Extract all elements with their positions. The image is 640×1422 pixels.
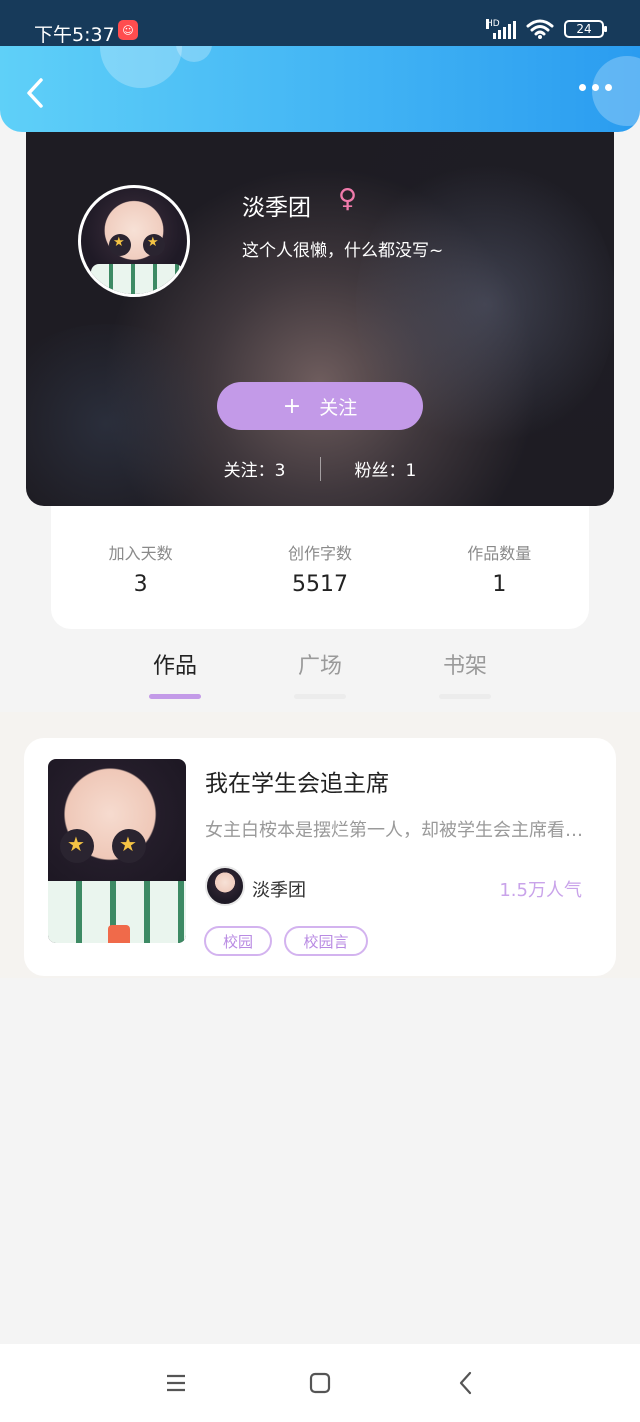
work-description: 女主白桉本是摆烂第一人，却被学生会主席看中…: [205, 820, 597, 841]
tab-works[interactable]: 作品: [130, 648, 220, 699]
cover-eye: [60, 829, 94, 863]
cover-eye: [112, 829, 146, 863]
follow-button-label: 关注: [319, 396, 358, 419]
app-notification-icon: ☺: [118, 20, 138, 40]
decor-bubble: [176, 46, 212, 62]
tab-plaza[interactable]: 广场: [275, 648, 365, 699]
tab-label: 书架: [442, 654, 487, 679]
more-dot: [592, 84, 599, 91]
stat-value: 5517: [291, 572, 348, 597]
stat-label: 创作字数: [287, 544, 352, 563]
stats-card: 加入天数 3 创作字数 5517 作品数量 1: [51, 506, 589, 629]
stat-works-count: 作品数量 1: [429, 540, 569, 629]
stat-value: 1: [492, 572, 507, 597]
divider: [319, 456, 321, 481]
work-title[interactable]: 我在学生会追主席: [205, 764, 389, 798]
system-nav-bar: [0, 1344, 640, 1422]
avatar[interactable]: [78, 185, 190, 297]
tag-chip[interactable]: 校园言: [284, 926, 368, 956]
stat-label: 作品数量: [467, 544, 532, 563]
stat-join-days: 加入天数 3: [71, 540, 211, 629]
follow-counts: 关注：3 粉丝：1: [26, 456, 614, 481]
avatar-eye: [109, 234, 131, 256]
menu-icon[interactable]: [163, 1370, 189, 1396]
plus-icon: +: [282, 393, 302, 419]
profile-tabs: 作品 广场 书架: [0, 640, 640, 710]
following-count[interactable]: 关注：3: [224, 456, 286, 481]
more-dots-icon: [579, 84, 586, 91]
more-dot: [605, 84, 612, 91]
more-button[interactable]: [579, 84, 612, 91]
tab-indicator: [149, 694, 201, 699]
back-button[interactable]: [22, 76, 48, 110]
home-square-icon[interactable]: [307, 1370, 333, 1396]
stat-label: 加入天数: [108, 544, 173, 563]
work-card[interactable]: 我在学生会追主席 女主白桉本是摆烂第一人，却被学生会主席看中… 淡季团 1.5万…: [24, 738, 616, 976]
battery-level: 24: [576, 22, 592, 36]
status-indicators: HD 24: [486, 18, 607, 40]
profile-name: 淡季团: [242, 195, 311, 221]
tab-bookshelf[interactable]: 书架: [420, 648, 510, 699]
network-type: HD: [486, 19, 500, 29]
decor-bubble: [592, 56, 640, 126]
nav-back-icon[interactable]: [453, 1370, 479, 1396]
status-time: 下午5:37: [34, 24, 115, 46]
tab-label: 作品: [152, 654, 197, 679]
profile-hero: 淡季团 ♀ 这个人很懒，什么都没写~ + 关注 关注：3 粉丝：1: [26, 124, 614, 506]
followers-count[interactable]: 粉丝：1: [355, 456, 417, 481]
cover-decor: [108, 925, 130, 943]
chevron-left-icon: [27, 78, 43, 108]
status-bar: 下午5:37 ☺ HD 24: [0, 0, 640, 48]
battery-icon: 24: [564, 20, 607, 38]
tab-label: 广场: [297, 654, 342, 679]
stat-word-count: 创作字数 5517: [250, 540, 390, 629]
author-name[interactable]: 淡季团: [252, 876, 306, 902]
tag-chip[interactable]: 校园: [204, 926, 272, 956]
avatar-eye: [143, 234, 165, 256]
popularity-count: 1.5万人气: [499, 880, 582, 901]
avatar-decor: [91, 264, 183, 294]
tab-indicator: [294, 694, 346, 699]
app-header: [0, 46, 640, 132]
gender-female-icon: ♀: [338, 184, 358, 214]
book-cover[interactable]: [48, 759, 186, 943]
decor-bubble: [100, 46, 182, 88]
follow-button[interactable]: + 关注: [217, 382, 423, 430]
author-avatar[interactable]: [205, 866, 245, 906]
signal-icon: HD: [486, 19, 516, 39]
stat-value: 3: [133, 572, 148, 597]
profile-bio: 这个人很懒，什么都没写~: [242, 241, 444, 261]
tab-indicator: [439, 694, 491, 699]
wifi-icon: [526, 19, 554, 39]
